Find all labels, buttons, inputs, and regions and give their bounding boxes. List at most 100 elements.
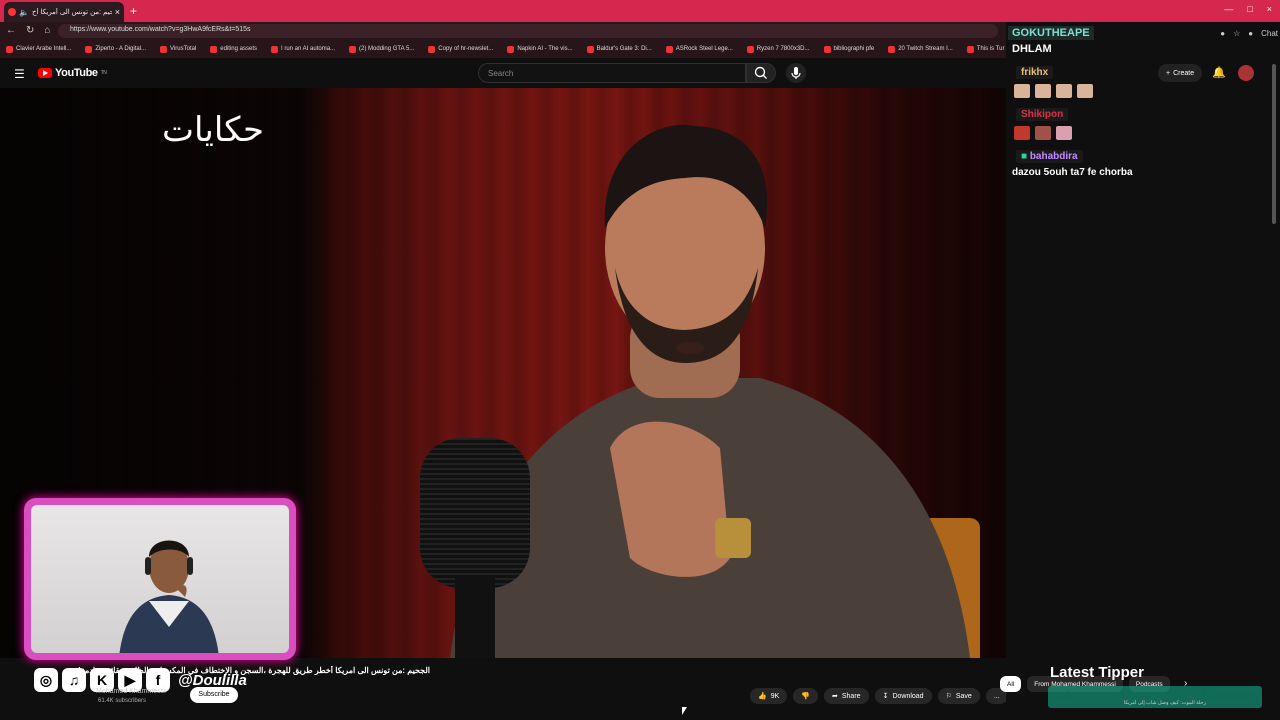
bookmark-label: ASRock Steel Lege... <box>675 46 733 52</box>
scrollbar[interactable] <box>1272 64 1276 224</box>
star-icon[interactable]: ☆ <box>1233 29 1240 38</box>
maximize-icon[interactable]: □ <box>1247 4 1252 14</box>
share-button[interactable]: ➦ Share <box>824 688 869 704</box>
extension-icon[interactable]: ● <box>1220 29 1225 38</box>
bookmark-label: Baldur's Gate 3: Di... <box>596 46 652 52</box>
search-button[interactable] <box>746 63 776 83</box>
dislike-button[interactable]: 👎 <box>793 688 818 704</box>
avatar[interactable] <box>1238 65 1254 81</box>
bookmark-item[interactable]: 20 Twitch Stream I... <box>888 43 953 55</box>
bookmark-item[interactable]: (2) Modding GTA 5... <box>349 43 414 55</box>
show-logo: حكايات <box>162 110 264 150</box>
webcam-overlay <box>24 498 296 660</box>
channel-name[interactable]: Mohamed Khammessi <box>96 688 166 695</box>
badge-icon: ■ <box>1021 151 1028 162</box>
bookmark-item[interactable]: Clavier Arabe Intell... <box>6 43 71 55</box>
bookmark-label: Ziperto - A Digital... <box>95 46 147 52</box>
bookmark-item[interactable]: I run an AI automa... <box>271 43 335 55</box>
chat-user: Shikipon <box>1016 108 1069 121</box>
youtube-logo[interactable]: YouTube TN <box>38 67 107 79</box>
chat-user: ■ bahabdira <box>1016 150 1083 163</box>
profile-icon[interactable]: ● <box>1248 29 1253 38</box>
back-icon[interactable]: ← <box>6 25 16 36</box>
subscribe-button[interactable]: Subscribe <box>190 687 238 703</box>
like-button[interactable]: 👍 9K <box>750 688 788 704</box>
browser-extension-icons: ● ☆ ● Chat <box>1220 29 1278 38</box>
chat-top-bar: GOKUTHEAPE ● ☆ ● Chat <box>1008 24 1278 42</box>
bookmark-item[interactable]: Napkin AI - The vis... <box>507 43 573 55</box>
bookmark-favicon-icon <box>823 45 831 53</box>
download-button[interactable]: ↧ Download <box>874 688 932 704</box>
recommended-video-title[interactable]: رحلة الموت: كيف وصل شاب إلى أمريكا <box>1006 700 1206 720</box>
streamer <box>119 540 219 653</box>
bookmark-favicon-icon <box>586 45 594 53</box>
bookmark-item[interactable]: VirusTotal <box>160 43 196 55</box>
video-actions: 👍 9K 👎 ➦ Share ↧ Download ⚐ Save ... <box>750 688 1008 704</box>
bookmark-favicon-icon <box>665 45 673 53</box>
logo-country: TN <box>100 70 107 76</box>
emote-icon <box>1014 126 1030 140</box>
bookmark-favicon-icon <box>160 45 168 53</box>
share-label: Share <box>841 692 861 700</box>
menu-icon[interactable]: ☰ <box>14 67 25 81</box>
browser-tab[interactable]: 🔈 الجحيم :من تونس الى أمريكا أخ × <box>4 2 124 22</box>
save-icon: ⚐ <box>945 693 952 700</box>
bookmark-item[interactable]: bibliographi pfe <box>823 43 874 55</box>
chat-user-top: GOKUTHEAPE <box>1008 26 1094 40</box>
save-button[interactable]: ⚐ Save <box>937 688 980 704</box>
chat-message: dazou 5ouh ta7 fe chorba <box>1012 167 1133 178</box>
bookmark-label: (2) Modding GTA 5... <box>359 46 415 52</box>
mouse-cursor-icon <box>682 707 687 715</box>
download-label: Download <box>892 692 924 700</box>
bookmark-label: editing assets <box>220 46 257 52</box>
dislike-icon: 👎 <box>801 693 810 700</box>
chat-user-name: bahabdira <box>1029 151 1078 162</box>
bell-icon[interactable]: 🔔 <box>1212 66 1226 79</box>
bookmark-favicon-icon <box>85 45 93 53</box>
emote-row <box>1014 126 1072 140</box>
close-window-icon[interactable]: × <box>1267 4 1272 14</box>
chat-label[interactable]: Chat <box>1261 29 1278 38</box>
voice-search-button[interactable] <box>786 63 806 83</box>
bookmark-favicon-icon <box>271 45 278 53</box>
bookmark-label: Copy of hr-newslet... <box>438 46 494 52</box>
bookmark-item[interactable]: Ryzen 7 7800x3D... <box>746 43 810 55</box>
minimize-icon[interactable]: — <box>1224 4 1233 14</box>
emote-icon <box>1056 84 1072 98</box>
like-count: 9K <box>770 692 780 700</box>
create-button[interactable]: + Create <box>1158 64 1203 82</box>
emote-icon <box>1035 84 1051 98</box>
home-icon[interactable]: ⌂ <box>44 25 50 36</box>
bookmark-item[interactable]: Ziperto - A Digital... <box>85 43 146 55</box>
bookmark-label: 20 Twitch Stream I... <box>898 46 953 52</box>
download-icon: ↧ <box>882 693 889 700</box>
bookmark-item[interactable]: This is Tur <box>966 43 1005 55</box>
new-tab-icon[interactable]: + <box>130 4 137 18</box>
search-input[interactable]: Search <box>478 63 746 83</box>
bookmark-favicon-icon <box>507 45 515 53</box>
emote-icon <box>1056 126 1072 140</box>
bookmark-item[interactable]: Copy of hr-newslet... <box>428 43 493 55</box>
bookmark-item[interactable]: editing assets <box>210 43 257 55</box>
url-field[interactable]: https://www.youtube.com/watch?v=g3HwA9fc… <box>58 24 998 38</box>
like-icon: 👍 <box>758 693 767 700</box>
bookmark-item[interactable]: ASRock Steel Lege... <box>665 43 733 55</box>
plus-icon: + <box>1166 69 1171 77</box>
youtube-play-icon <box>38 68 52 78</box>
bookmark-label: Napkin AI - The vis... <box>517 46 573 52</box>
instagram-icon: ◎ <box>34 668 58 692</box>
mic-icon <box>791 67 801 79</box>
bookmark-favicon-icon <box>349 45 357 53</box>
chip-all[interactable]: All <box>1000 676 1022 692</box>
reload-icon[interactable]: ↻ <box>26 25 34 36</box>
window-controls: — □ × <box>1224 4 1272 14</box>
audio-icon[interactable]: 🔈 <box>19 8 29 17</box>
microphone-stand <box>455 578 495 658</box>
close-tab-icon[interactable]: × <box>115 7 120 17</box>
chat-user: frikhx <box>1016 66 1054 79</box>
bookmark-favicon-icon <box>428 45 436 53</box>
bookmark-item[interactable]: Baldur's Gate 3: Di... <box>586 43 652 55</box>
bookmark-label: This is Tur <box>976 46 1005 52</box>
share-icon: ➦ <box>832 693 838 700</box>
browser-tab-bar: 🔈 الجحيم :من تونس الى أمريكا أخ × + — □ … <box>0 0 1280 22</box>
